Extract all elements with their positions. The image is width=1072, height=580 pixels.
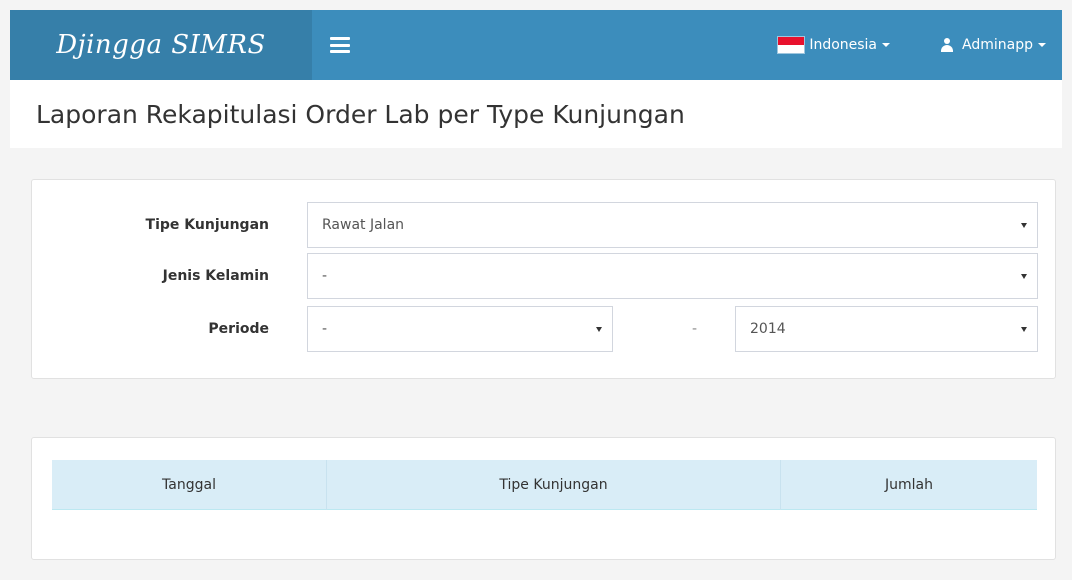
column-header-jumlah[interactable]: Jumlah <box>780 460 1037 510</box>
content-header: Laporan Rekapitulasi Order Lab per Type … <box>10 80 1062 148</box>
page: Djingga SIMRS Indonesia Adminapp Laporan… <box>0 0 1072 580</box>
user-label: Adminapp <box>962 37 1033 53</box>
tipe-kunjungan-value: Rawat Jalan <box>322 217 405 233</box>
form-row-jenis-kelamin: Jenis Kelamin - <box>32 253 1055 299</box>
language-dropdown[interactable]: Indonesia <box>763 10 904 80</box>
table-header-row: Tanggal Tipe Kunjungan Jumlah <box>52 460 1037 510</box>
select-arrow-icon <box>1021 274 1027 279</box>
filter-form-box: Tipe Kunjungan Rawat Jalan Jenis Kelamin… <box>31 179 1056 379</box>
caret-down-icon <box>1038 43 1046 47</box>
user-icon <box>940 38 954 52</box>
brand-logo[interactable]: Djingga SIMRS <box>10 10 312 80</box>
periode-month-value: - <box>322 321 328 337</box>
select-arrow-icon <box>596 327 602 332</box>
periode-separator: - <box>692 321 698 337</box>
column-header-tipe-kunjungan[interactable]: Tipe Kunjungan <box>326 460 780 510</box>
tipe-kunjungan-select[interactable]: Rawat Jalan <box>307 202 1038 248</box>
page-title: Laporan Rekapitulasi Order Lab per Type … <box>36 99 685 129</box>
periode-label: Periode <box>208 321 269 337</box>
form-row-tipe-kunjungan: Tipe Kunjungan Rawat Jalan <box>32 202 1055 248</box>
report-table-box: Tanggal Tipe Kunjungan Jumlah <box>31 437 1056 560</box>
periode-month-select[interactable]: - <box>307 306 613 352</box>
tipe-kunjungan-label: Tipe Kunjungan <box>145 217 269 233</box>
jenis-kelamin-select[interactable]: - <box>307 253 1038 299</box>
form-row-periode: Periode - - 2014 <box>32 306 1055 352</box>
select-arrow-icon <box>1021 327 1027 332</box>
select-arrow-icon <box>1021 223 1027 228</box>
jenis-kelamin-label: Jenis Kelamin <box>162 268 269 284</box>
language-label: Indonesia <box>809 37 878 53</box>
periode-year-select[interactable]: 2014 <box>735 306 1038 352</box>
sidebar-toggle-button[interactable] <box>312 10 368 80</box>
indonesia-flag-icon <box>777 36 806 54</box>
periode-year-value: 2014 <box>750 321 786 337</box>
jenis-kelamin-value: - <box>322 268 328 284</box>
column-header-tanggal[interactable]: Tanggal <box>52 460 326 510</box>
user-dropdown[interactable]: Adminapp <box>926 10 1062 80</box>
top-navbar: Djingga SIMRS Indonesia Adminapp <box>10 10 1062 80</box>
caret-down-icon <box>882 43 891 47</box>
hamburger-icon <box>330 37 350 53</box>
